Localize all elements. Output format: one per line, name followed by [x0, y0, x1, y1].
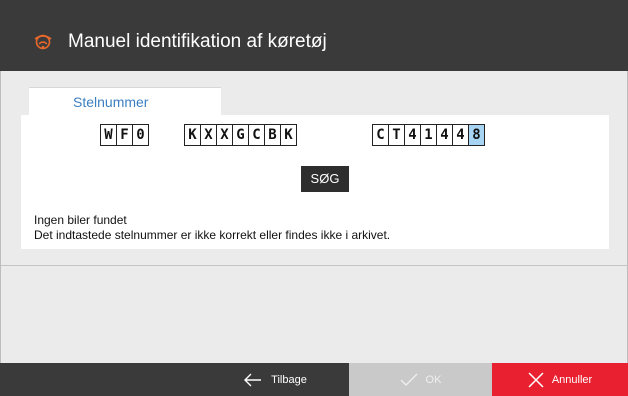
vin-group-1: W F 0: [100, 124, 149, 146]
tab-label: Stelnummer: [73, 94, 149, 110]
vin-char-cell[interactable]: 4: [404, 124, 421, 146]
vin-char-cell[interactable]: T: [388, 124, 405, 146]
vin-char-cell-selected[interactable]: 8: [468, 124, 485, 146]
checkmark-icon: [400, 373, 418, 386]
vin-char-cell[interactable]: C: [248, 124, 265, 146]
vin-char-cell[interactable]: 4: [452, 124, 469, 146]
vin-char-cell[interactable]: K: [184, 124, 201, 146]
vin-char-cell[interactable]: 0: [132, 124, 149, 146]
vin-char-cell[interactable]: 4: [436, 124, 453, 146]
vin-char-cell[interactable]: K: [280, 124, 297, 146]
cancel-button[interactable]: Annuller: [492, 363, 628, 396]
cancel-label: Annuller: [551, 373, 593, 386]
vin-char-cell[interactable]: C: [372, 124, 389, 146]
close-icon: [528, 371, 544, 388]
tab-stelnummer[interactable]: Stelnummer: [29, 87, 221, 115]
vin-char-cell[interactable]: W: [100, 124, 117, 146]
divider: [1, 265, 627, 266]
vin-panel: W F 0 K X X G C B K C T 4 1 4 4 8 SØG In…: [21, 115, 609, 249]
vin-group-3: C T 4 1 4 4 8: [372, 124, 485, 146]
ok-label: OK: [425, 373, 442, 386]
vin-char-cell[interactable]: X: [216, 124, 233, 146]
car-badge-icon: [34, 34, 52, 50]
no-results-message: Ingen biler fundet: [34, 213, 127, 227]
vin-group-2: K X X G C B K: [184, 124, 297, 146]
vin-char-cell[interactable]: F: [116, 124, 133, 146]
vin-char-cell[interactable]: B: [264, 124, 281, 146]
main-content: Stelnummer W F 0 K X X G C B K C T 4 1 4…: [0, 71, 628, 363]
vin-char-cell[interactable]: X: [200, 124, 217, 146]
vin-char-cell[interactable]: 1: [420, 124, 437, 146]
ok-button[interactable]: OK: [349, 363, 492, 396]
arrow-left-icon: [244, 373, 262, 386]
page-title: Manuel identifikation af køretøj: [68, 31, 327, 52]
back-button[interactable]: Tilbage: [201, 363, 349, 396]
back-label: Tilbage: [271, 373, 307, 386]
app-header: Manuel identifikation af køretøj: [0, 0, 628, 71]
vin-char-cell[interactable]: G: [232, 124, 249, 146]
search-button[interactable]: SØG: [301, 166, 349, 192]
error-description: Det indtastede stelnummer er ikke korrek…: [34, 228, 391, 242]
footer-bar: Tilbage OK Annuller: [0, 363, 628, 396]
